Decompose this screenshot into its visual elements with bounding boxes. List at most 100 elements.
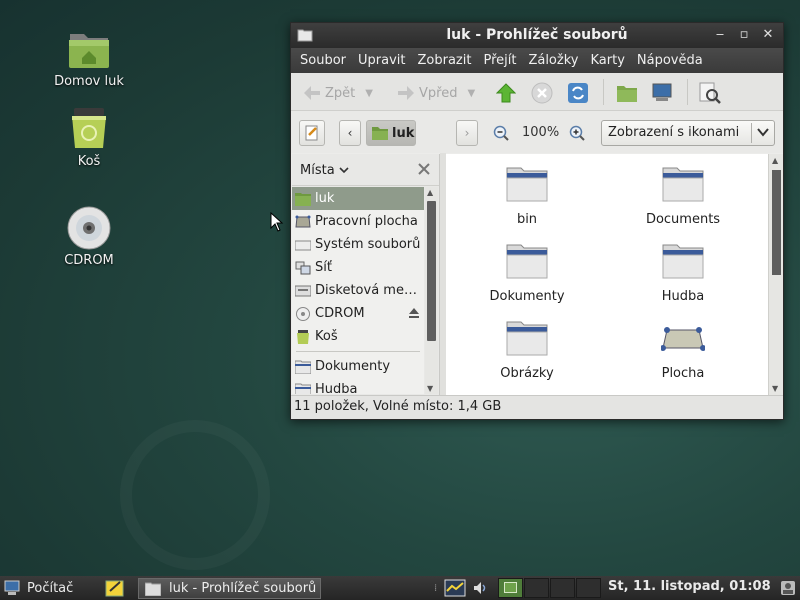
menu-zobrazit[interactable]: Zobrazit [412,53,476,68]
view-mode-select[interactable]: Zobrazení s ikonami [601,120,775,146]
maximize-button[interactable]: ▫ [735,26,753,44]
sidebar-item-filesystem[interactable]: Systém souborů [292,233,424,256]
menu-upravit[interactable]: Upravit [353,53,410,68]
sidebar-item-trash[interactable]: Koš [292,325,424,348]
sidebar-divider [296,351,420,352]
scroll-up-icon[interactable]: ▲ [772,156,778,165]
trash-icon [66,106,112,152]
sidebar-title: Místa [300,163,335,178]
toolbar-separator [603,79,604,105]
sidebar-item-network[interactable]: Síť [292,256,424,279]
workspace-4[interactable] [576,578,601,598]
back-button[interactable]: Zpět ▼ [303,81,373,105]
chevron-down-icon [757,124,769,144]
home-folder-icon [295,192,311,206]
file-name: bin [516,212,538,227]
sidebar-type-select[interactable]: Místa [300,163,349,178]
stop-button[interactable] [531,81,553,105]
desktop-icon-trash[interactable]: Koš [44,106,134,169]
zoom-in-icon[interactable] [569,125,585,145]
computer-menu-button[interactable]: Počítač [4,576,73,600]
file-item-documents[interactable]: Documents [608,164,758,227]
file-view-scroll-thumb[interactable] [772,170,781,275]
user-switcher-icon[interactable] [780,576,796,600]
menu-prejit[interactable]: Přejít [478,53,521,68]
status-bar: 11 položek, Volné místo: 1,4 GB [291,395,783,419]
folder-icon [662,244,704,279]
menu-napoveda[interactable]: Nápověda [632,53,708,68]
stop-icon [531,82,553,104]
desktop-icon-label: Koš [77,154,101,169]
volume-icon[interactable] [472,576,488,600]
toggle-location-button[interactable] [299,120,325,146]
minimize-button[interactable]: ‒ [711,26,729,44]
sidebar: Místa luk Pracovní plocha Systém souborů… [292,154,440,395]
desktop-icon [295,215,311,229]
menu-karty[interactable]: Karty [585,53,629,68]
forward-arrow-icon [398,86,414,100]
sidebar-item-floppy[interactable]: Disketová me… [292,279,424,302]
cdrom-icon [295,306,311,321]
search-button[interactable] [699,81,721,105]
notes-launcher[interactable] [105,576,125,600]
zoom-level[interactable]: 100% [522,125,559,140]
file-item-bin[interactable]: bin [452,164,602,227]
menu-zalozky[interactable]: Záložky [523,53,583,68]
eject-icon[interactable] [408,307,420,323]
file-item-plocha[interactable]: Plocha [608,318,758,381]
places-list: luk Pracovní plocha Systém souborů Síť D… [292,187,424,394]
folder-icon [145,582,161,596]
workspace-1[interactable] [498,578,523,598]
path-button-luk[interactable]: luk [366,120,416,146]
forward-button[interactable]: Vpřed ▼ [397,81,475,105]
desktop-icon-cdrom[interactable]: CDROM [44,205,134,268]
sidebar-item-hudba[interactable]: Hudba [292,378,424,394]
home-button[interactable] [616,81,638,105]
taskbar-item-label: luk - Prohlížeč souborů [169,581,317,596]
window-titlebar[interactable]: luk - Prohlížeč souborů ‒ ▫ ✕ [291,23,783,48]
path-right-button[interactable]: › [456,120,478,146]
file-view: bin Documents Dokumenty Hudba Obrázky Pl… [446,154,768,395]
file-item-dokumenty[interactable]: Dokumenty [452,241,602,304]
file-item-obrazky[interactable]: Obrázky [452,318,602,381]
sidebar-scroll-thumb[interactable] [427,201,436,341]
sidebar-item-luk[interactable]: luk [292,187,424,210]
notes-icon [105,580,124,597]
scroll-down-icon[interactable]: ▼ [772,384,778,393]
scroll-up-icon[interactable]: ▲ [427,188,433,197]
scroll-down-icon[interactable]: ▼ [427,384,433,393]
up-button[interactable] [496,81,516,105]
sidebar-scrollbar[interactable]: ▲ ▼ [425,187,438,394]
path-label: luk [392,125,415,141]
workspace-3[interactable] [550,578,575,598]
file-view-scrollbar[interactable]: ▲ ▼ [768,154,783,395]
file-item-hudba[interactable]: Hudba [608,241,758,304]
taskbar-item-file-manager[interactable]: luk - Prohlížeč souborů [138,578,321,599]
chevron-down-icon: ▼ [365,87,373,99]
workspace-2[interactable] [524,578,549,598]
sidebar-item-dokumenty[interactable]: Dokumenty [292,355,424,378]
clock[interactable]: St, 11. listopad, 01:08 [608,579,771,594]
sidebar-item-label: Síť [315,260,332,275]
file-name: Hudba [661,289,705,304]
computer-button[interactable] [651,81,673,105]
close-sidebar-icon[interactable] [417,162,431,180]
close-button[interactable]: ✕ [759,26,777,44]
desktop-icon-home[interactable]: Domov luk [44,26,134,89]
menu-soubor[interactable]: Soubor [295,53,351,68]
chevron-down-icon [339,167,349,174]
sidebar-item-cdrom[interactable]: CDROM [292,302,424,325]
cdrom-icon [66,205,112,251]
system-monitor-icon[interactable] [444,576,466,600]
sidebar-item-label: Systém souborů [315,237,421,252]
reload-button[interactable] [567,81,589,105]
select-divider [751,123,752,143]
sidebar-item-desktop[interactable]: Pracovní plocha [292,210,424,233]
file-name: Plocha [661,366,705,381]
computer-menu-label: Počítač [27,580,74,596]
file-manager-window: luk - Prohlížeč souborů ‒ ▫ ✕ Soubor Upr… [290,22,784,420]
path-left-button[interactable]: ‹ [339,120,361,146]
zoom-out-icon[interactable] [493,125,509,145]
trash-icon [295,329,311,344]
chevron-right-icon: › [464,126,470,140]
